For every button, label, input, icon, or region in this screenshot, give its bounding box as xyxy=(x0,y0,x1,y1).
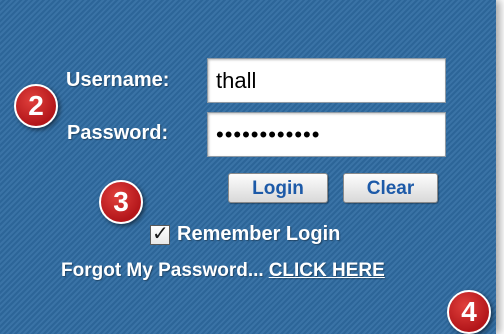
remember-login-checkbox[interactable]: ✓ xyxy=(150,221,170,245)
clear-button[interactable]: Clear xyxy=(343,173,438,203)
forgot-password-link[interactable]: CLICK HERE xyxy=(269,260,385,281)
remember-login-label[interactable]: Remember Login xyxy=(177,223,340,246)
step-marker-3: 3 xyxy=(99,180,143,224)
forgot-password-row: Forgot My Password... CLICK HERE xyxy=(61,260,385,282)
step-marker-4: 4 xyxy=(447,290,491,334)
screenshot-page: Username: Password: •••••••••••• Login C… xyxy=(0,0,504,334)
login-panel: Username: Password: •••••••••••• Login C… xyxy=(0,0,496,334)
checkmark-icon: ✓ xyxy=(152,220,169,245)
password-input[interactable]: •••••••••••• xyxy=(207,112,446,157)
login-button[interactable]: Login xyxy=(228,173,328,203)
forgot-password-text: Forgot My Password... xyxy=(61,260,264,281)
username-input[interactable] xyxy=(207,58,446,103)
password-label: Password: xyxy=(67,122,169,144)
username-label: Username: xyxy=(66,69,170,91)
remember-login-row: ✓ Remember Login xyxy=(150,221,340,246)
step-marker-2: 2 xyxy=(14,84,58,128)
